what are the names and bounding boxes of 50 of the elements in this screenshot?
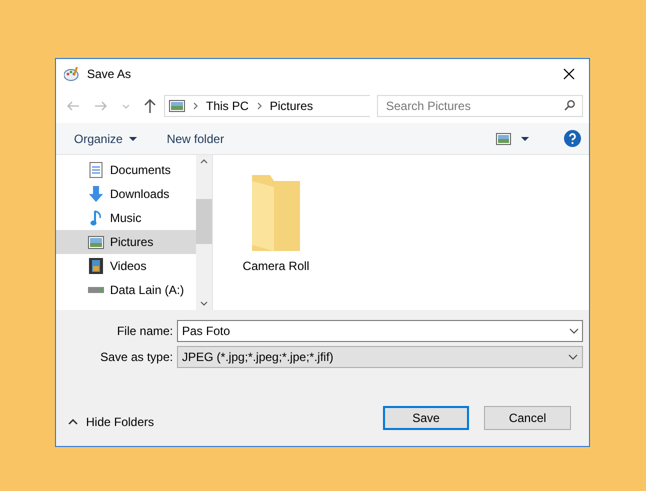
sidebar-item[interactable]: Data Lain (A:): [56, 278, 196, 302]
picture-icon: [169, 100, 185, 112]
picture-icon: [88, 236, 104, 248]
chevron-down-icon[interactable]: [568, 354, 578, 360]
sidebar-label: Videos: [110, 258, 146, 275]
folder-item[interactable]: Camera Roll: [241, 171, 311, 310]
folder-name: Camera Roll: [242, 258, 310, 275]
up-arrow-icon[interactable]: [144, 99, 156, 113]
window-title: Save As: [87, 66, 132, 83]
sidebar-item[interactable]: Downloads: [56, 182, 196, 206]
film-icon: [89, 258, 103, 274]
document-icon: [89, 162, 103, 178]
sidebar-item[interactable]: Documents: [56, 158, 196, 182]
cancel-button[interactable]: Cancel: [484, 406, 571, 430]
sidebar-label: Documents: [110, 162, 171, 179]
new-folder-button[interactable]: New folder: [166, 130, 224, 148]
scrollbar[interactable]: [196, 155, 212, 310]
field-label: Save as type:: [99, 349, 174, 366]
sidebar-label: Music: [110, 210, 142, 227]
search-icon: [564, 100, 575, 111]
organize-button[interactable]: Organize: [74, 130, 137, 148]
palette-icon: [64, 67, 80, 81]
sidebar-item[interactable]: Videos: [56, 254, 196, 278]
chevron-right-icon: [256, 102, 262, 110]
chevron-up-icon: [68, 419, 78, 425]
scroll-down-icon[interactable]: [200, 301, 208, 306]
breadcrumb[interactable]: This PC: [206, 97, 249, 115]
hide-folders-button[interactable]: Hide Folders: [68, 413, 154, 431]
save-button[interactable]: Save: [383, 406, 469, 430]
scroll-up-icon[interactable]: [200, 159, 208, 164]
sidebar-label: Downloads: [110, 186, 170, 203]
sidebar-label: Data Lain (A:): [110, 282, 184, 299]
file-name-field[interactable]: Pas Foto: [177, 320, 583, 342]
breadcrumb[interactable]: Pictures: [270, 97, 314, 115]
help-icon[interactable]: [564, 130, 581, 147]
sidebar-item[interactable]: Music: [56, 206, 196, 230]
dropdown-arrow-icon[interactable]: [521, 136, 529, 140]
chevron-down-icon[interactable]: [569, 328, 579, 334]
sidebar-label: Pictures: [110, 234, 154, 251]
search-field[interactable]: Search Pictures: [377, 95, 583, 117]
file-type-dropdown[interactable]: JPEG (*.jpg;*.jpeg;*.jpe;*.jfif): [177, 346, 583, 368]
drive-icon: [88, 286, 104, 294]
close-icon: [563, 68, 575, 80]
down-arrow-icon: [88, 186, 104, 202]
address-bar[interactable]: This PC Pictures: [164, 95, 370, 117]
field-label: File name:: [116, 323, 174, 340]
sidebar-item[interactable]: Pictures: [56, 230, 196, 254]
view-icon[interactable]: [496, 132, 511, 144]
chevron-right-icon: [193, 102, 198, 110]
music-note-icon: [90, 210, 102, 226]
